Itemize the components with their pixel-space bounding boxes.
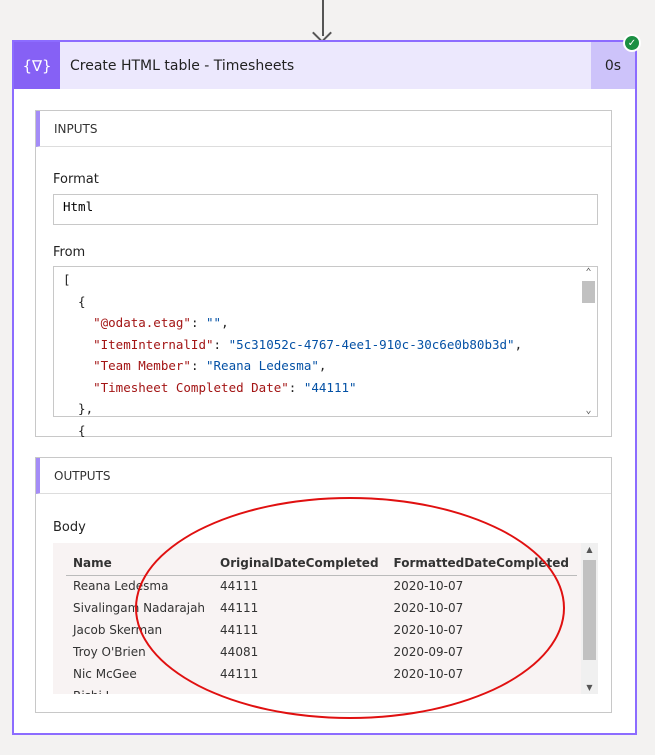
- code-token: "Reana Ledesma": [206, 358, 319, 373]
- code-token: :: [288, 379, 304, 395]
- table-cell: [213, 685, 386, 694]
- code-line: },: [63, 398, 597, 420]
- code-token: {: [63, 422, 86, 438]
- scroll-up-icon[interactable]: ⌃: [580, 267, 597, 278]
- table-cell: 2020-10-07: [393, 667, 464, 681]
- body-output: Name OriginalDateCompleted FormattedDate…: [53, 543, 598, 694]
- code-token: ,: [514, 336, 523, 352]
- column-header: FormattedDateCompleted: [386, 553, 578, 576]
- format-field[interactable]: Html: [53, 194, 598, 225]
- table-cell: Rishi L...: [66, 685, 213, 694]
- code-line: "Timesheet Completed Date": "44111": [63, 377, 597, 399]
- inputs-panel: INPUTS Format Html From [ { "@odata.etag…: [35, 110, 612, 438]
- table-cell: Nic McGee: [73, 667, 137, 681]
- code-token: "Timesheet Completed Date": [63, 379, 289, 395]
- table-cell: Sivalingam Nadarajah: [73, 601, 206, 615]
- from-code: [ { "@odata.etag": "", "ItemInternalId":…: [54, 267, 597, 441]
- code-token: "": [206, 315, 222, 330]
- code-line: "@odata.etag": "",: [63, 312, 597, 334]
- table-row: Reana Ledesma 44111 2020-10-07: [66, 575, 577, 597]
- format-label: Format: [53, 172, 99, 187]
- table-cell: 2020-10-07: [393, 623, 464, 637]
- table-cell: 44111: [220, 601, 259, 615]
- table-row: Nic McGee 44111 2020-10-07: [66, 663, 577, 685]
- from-scrollbar[interactable]: ⌃ ⌄: [580, 267, 597, 416]
- table-cell: 2020-09-07: [393, 645, 464, 659]
- table-cell: [387, 685, 577, 694]
- action-title: Create HTML table - Timesheets: [70, 57, 295, 74]
- table-cell: 44111: [220, 623, 259, 637]
- code-line: [: [63, 269, 597, 291]
- from-label: From: [53, 245, 86, 260]
- action-header[interactable]: {∇} Create HTML table - Timesheets 0s: [14, 42, 635, 89]
- table-cell: 2020-10-07: [393, 579, 464, 594]
- inputs-header: INPUTS: [36, 111, 611, 147]
- code-token: ,: [318, 358, 327, 373]
- column-header: Name: [66, 553, 214, 576]
- code-token: :: [213, 336, 229, 352]
- code-token: },: [63, 401, 94, 416]
- scroll-thumb[interactable]: [583, 560, 596, 660]
- body-scrollbar[interactable]: ▲ ▼: [581, 543, 598, 694]
- code-token: {: [63, 293, 86, 309]
- table-cell: 44111: [220, 667, 259, 681]
- body-label: Body: [53, 520, 86, 535]
- output-table: Name OriginalDateCompleted FormattedDate…: [66, 553, 578, 694]
- scroll-down-icon[interactable]: ▼: [581, 683, 598, 692]
- code-token: "5c31052c-4767-4ee1-910c-30c6e0b80b3d": [228, 336, 515, 352]
- code-token: "Team Member": [63, 358, 191, 373]
- code-token: [: [63, 272, 71, 287]
- code-token: ,: [221, 315, 229, 330]
- code-token: "ItemInternalId": [63, 336, 214, 352]
- table-cell: Reana Ledesma: [73, 579, 169, 594]
- scroll-thumb[interactable]: [582, 281, 595, 303]
- success-check-icon: ✓: [623, 34, 641, 52]
- table-cell: 44111: [220, 579, 259, 594]
- table-cell: Troy O'Brien: [73, 645, 146, 659]
- outputs-header: OUTPUTS: [36, 458, 611, 494]
- code-token: "44111": [303, 379, 357, 395]
- outputs-panel: OUTPUTS Body Name OriginalDateCompleted …: [35, 457, 612, 713]
- code-line: "ItemInternalId": "5c31052c-4767-4ee1-91…: [63, 334, 597, 356]
- code-line: {: [63, 291, 597, 313]
- data-operation-icon: {∇}: [14, 42, 60, 89]
- scroll-up-icon[interactable]: ▲: [581, 545, 598, 554]
- table-row: Jacob Skerman 44111 2020-10-07: [66, 619, 577, 641]
- code-token: :: [190, 315, 206, 330]
- code-token: "@odata.etag": [63, 315, 191, 330]
- table-row: Rishi L...: [66, 685, 577, 694]
- code-line: "Team Member": "Reana Ledesma",: [63, 355, 597, 377]
- code-token: :: [190, 358, 206, 373]
- table-cell: 2020-10-07: [393, 601, 464, 615]
- column-header: OriginalDateCompleted: [213, 553, 387, 576]
- table-cell: 44081: [220, 645, 259, 659]
- from-field[interactable]: [ { "@odata.etag": "", "ItemInternalId":…: [53, 266, 598, 438]
- scroll-down-icon[interactable]: ⌄: [580, 405, 597, 416]
- table-cell: Jacob Skerman: [73, 623, 163, 637]
- table-row: Troy O'Brien 44081 2020-09-07: [66, 641, 577, 663]
- table-row: Sivalingam Nadarajah 44111 2020-10-07: [66, 597, 577, 619]
- code-line: {: [63, 420, 597, 442]
